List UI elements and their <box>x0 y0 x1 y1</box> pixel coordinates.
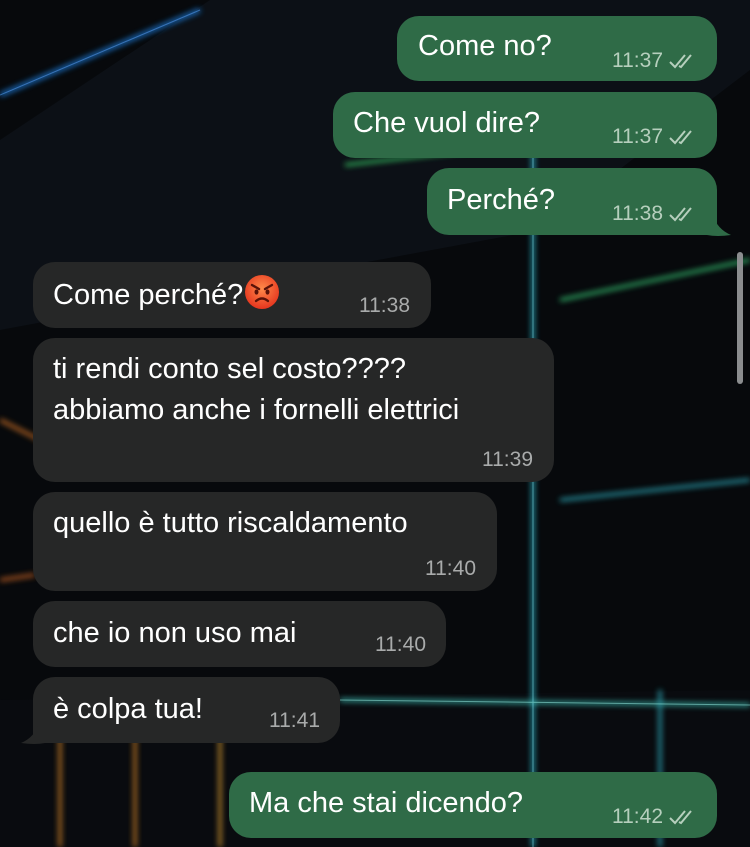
double-check-icon <box>669 54 692 69</box>
message-bubble-outgoing[interactable]: Perché? 11:38 <box>427 168 717 235</box>
message-line: abbiamo anche i fornelli elettrici <box>53 394 460 426</box>
message-meta: 11:37 <box>612 49 699 73</box>
message-bubble-incoming[interactable]: Come perché? 11:38 <box>33 262 431 328</box>
message-time: 11:38 <box>359 294 410 317</box>
message-meta: 11:40 <box>375 633 426 657</box>
message-time: 11:38 <box>612 202 663 225</box>
message-bubble-incoming[interactable]: è colpa tua! 11:41 <box>33 677 340 743</box>
angry-face-emoji <box>245 275 280 309</box>
message-text: Perché? <box>447 184 556 216</box>
message-time: 11:42 <box>612 805 663 828</box>
chat-scrollbar[interactable] <box>737 252 743 384</box>
message-bubble-incoming[interactable]: ti rendi conto sel costo???? abbiamo anc… <box>33 338 554 482</box>
message-text: che io non uso mai <box>53 617 297 649</box>
message-bubble-incoming[interactable]: quello è tutto riscaldamento 11:40 <box>33 492 497 591</box>
message-text: quello è tutto riscaldamento <box>53 507 408 539</box>
message-line: ti rendi conto sel costo???? <box>53 353 407 385</box>
message-text-content: Come perché? <box>53 279 244 311</box>
message-meta: 11:41 <box>269 709 320 733</box>
message-meta: 11:40 <box>425 557 476 581</box>
bubble-tail <box>707 215 731 236</box>
message-meta: 11:39 <box>482 448 533 472</box>
message-time: 11:41 <box>269 709 320 732</box>
message-bubble-outgoing[interactable]: Che vuol dire? 11:37 <box>333 92 717 158</box>
message-bubble-outgoing[interactable]: Come no? 11:37 <box>397 16 717 81</box>
message-time: 11:39 <box>482 448 533 471</box>
message-time: 11:40 <box>375 633 426 656</box>
message-time: 11:37 <box>612 125 663 148</box>
message-time: 11:37 <box>612 49 663 72</box>
message-text: Come no? <box>418 30 552 62</box>
message-bubble-incoming[interactable]: che io non uso mai 11:40 <box>33 601 446 667</box>
message-text: ti rendi conto sel costo???? abbiamo anc… <box>53 349 459 431</box>
double-check-icon <box>669 207 692 222</box>
message-text: Che vuol dire? <box>353 107 540 139</box>
message-text: è colpa tua! <box>53 693 203 725</box>
message-bubble-outgoing[interactable]: Ma che stai dicendo? 11:42 <box>229 772 717 838</box>
double-check-icon <box>669 810 692 825</box>
message-meta: 11:42 <box>612 805 699 829</box>
message-time: 11:40 <box>425 557 476 580</box>
message-meta: 11:38 <box>359 294 410 318</box>
message-meta: 11:38 <box>612 202 699 226</box>
message-text: Ma che stai dicendo? <box>249 787 524 819</box>
message-text: Come perché? <box>53 274 280 316</box>
message-meta: 11:37 <box>612 125 699 149</box>
bubble-tail <box>21 723 45 744</box>
double-check-icon <box>669 130 692 145</box>
